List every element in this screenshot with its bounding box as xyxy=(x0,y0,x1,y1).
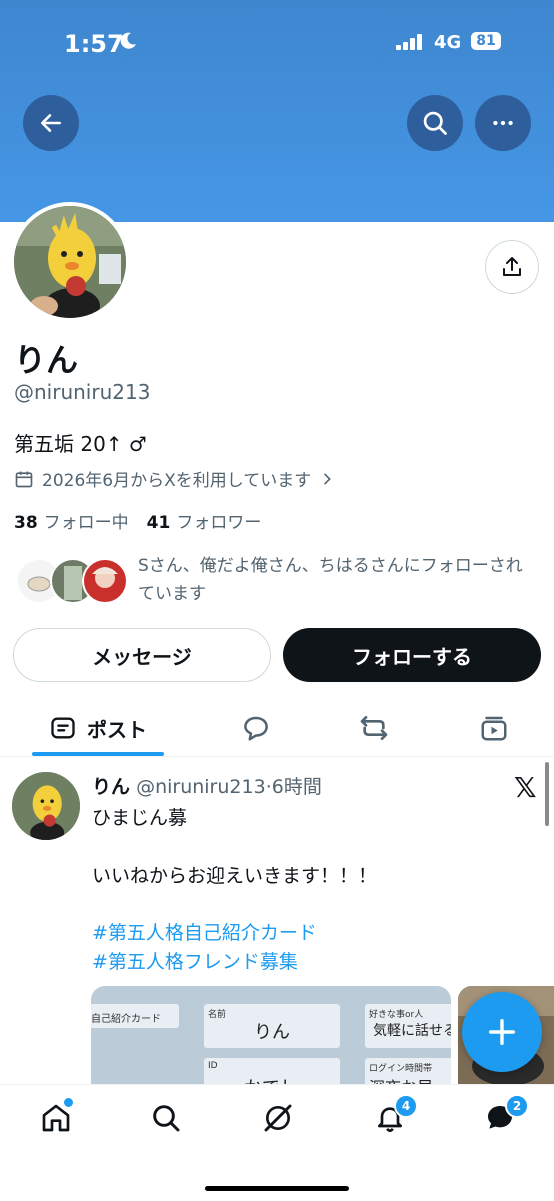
follower-avatar xyxy=(82,558,128,604)
following-link[interactable]: 38 フォロー中 xyxy=(14,513,129,533)
tab-replies[interactable] xyxy=(234,700,278,756)
home-unread-dot xyxy=(62,1096,75,1109)
post-header: りん @niruniru213·6時間 xyxy=(92,772,322,799)
avatar-image xyxy=(14,206,126,318)
share-icon xyxy=(503,257,521,276)
post-time: ·6時間 xyxy=(265,776,322,798)
profile-avatar[interactable] xyxy=(10,202,130,322)
calendar-icon xyxy=(15,471,33,487)
divider xyxy=(0,756,554,757)
card-header-box: 自己紹介カード xyxy=(91,1004,179,1028)
scrollbar[interactable] xyxy=(545,762,549,826)
card-header: 自己紹介カード xyxy=(91,1014,161,1025)
nav-search[interactable] xyxy=(146,1098,186,1138)
search-icon xyxy=(423,111,447,135)
message-button[interactable]: メッセージ xyxy=(13,628,271,682)
card-likes-value: 気軽に話せる xyxy=(373,1023,451,1039)
post-avatar[interactable] xyxy=(12,772,80,840)
card-id-value: かでし xyxy=(244,1074,298,1084)
card-id-box: ID かでし xyxy=(204,1058,340,1084)
more-icon xyxy=(493,120,513,126)
followers-label: フォロワー xyxy=(176,513,262,533)
post-text-line: ひまじん募 xyxy=(92,807,188,829)
plus-icon xyxy=(488,1018,516,1046)
card-login-label: ログイン時間帯 xyxy=(369,1064,433,1074)
messages-badge: 2 xyxy=(505,1094,529,1118)
post-text-line: いいねからお迎えいきます！！！ xyxy=(92,865,378,887)
card-name-value: りん xyxy=(254,1022,290,1043)
tab-posts[interactable]: ポスト xyxy=(32,700,164,756)
search-icon xyxy=(153,1105,180,1132)
search-button[interactable] xyxy=(407,95,463,151)
compose-button[interactable] xyxy=(462,992,542,1072)
followed-by-text[interactable]: Sさん、俺だよ俺さん、ちはるさんにフォローされています xyxy=(138,552,538,608)
hashtag-link[interactable]: #第五人格自己紹介カード xyxy=(92,918,317,945)
battery-icon: 81 xyxy=(471,32,501,50)
profile-name: りん xyxy=(14,341,79,379)
video-icon xyxy=(481,716,507,741)
home-indicator xyxy=(205,1186,349,1191)
tab-videos[interactable] xyxy=(472,700,516,756)
moon-icon xyxy=(120,32,136,49)
card-name-label: 名前 xyxy=(208,1010,227,1020)
more-button[interactable] xyxy=(475,95,531,151)
x-logo-icon: 𝕏 xyxy=(514,771,537,804)
card-login-box: ログイン時間帯 深夜お昼 xyxy=(365,1058,451,1084)
notifications-badge: 4 xyxy=(394,1094,418,1118)
repost-icon xyxy=(360,716,388,740)
nav-grok[interactable] xyxy=(258,1098,298,1138)
profile-handle: @niruniru213 xyxy=(14,380,151,404)
tab-posts-label: ポスト xyxy=(87,717,147,742)
follow-stats: 38 フォロー中 41 フォロワー xyxy=(14,508,261,533)
arrow-left-icon xyxy=(41,114,61,132)
follow-button[interactable]: フォローする xyxy=(283,628,541,682)
share-button[interactable] xyxy=(485,240,539,294)
reply-icon xyxy=(244,716,268,741)
post-image[interactable]: 自己紹介カード 名前 りん 好きな事or人 気軽に話せる ID かでし ログイン… xyxy=(91,986,451,1084)
status-time: 1:57 xyxy=(64,30,124,58)
card-name-box: 名前 りん xyxy=(204,1004,340,1048)
post-handle: @niruniru213 xyxy=(136,776,266,798)
card-likes-label: 好きな事or人 xyxy=(369,1010,424,1020)
followers-count: 41 xyxy=(146,513,171,533)
post-author[interactable]: りん xyxy=(92,776,130,798)
joined-text: 2026年6月からXを利用しています xyxy=(42,471,312,491)
card-likes-box: 好きな事or人 気軽に話せる xyxy=(365,1004,451,1048)
joined-date[interactable]: 2026年6月からXを利用しています xyxy=(14,466,335,491)
tab-reposts[interactable] xyxy=(352,700,396,756)
hashtag-link[interactable]: #第五人格フレンド募集 xyxy=(92,947,298,974)
post-icon xyxy=(51,717,75,739)
following-label: フォロー中 xyxy=(43,513,129,533)
card-login-value: 深夜お昼 xyxy=(369,1074,433,1084)
grok-icon xyxy=(264,1104,292,1132)
profile-bio: 第五垢 20↑ ♂ xyxy=(14,432,147,456)
signal-icon xyxy=(396,34,422,50)
card-id-label: ID xyxy=(208,1061,218,1071)
following-count: 38 xyxy=(14,513,38,533)
back-button[interactable] xyxy=(23,95,79,151)
network-label: 4G xyxy=(434,32,462,53)
chevron-right-icon xyxy=(324,473,332,484)
followers-link[interactable]: 41 フォロワー xyxy=(147,513,262,533)
